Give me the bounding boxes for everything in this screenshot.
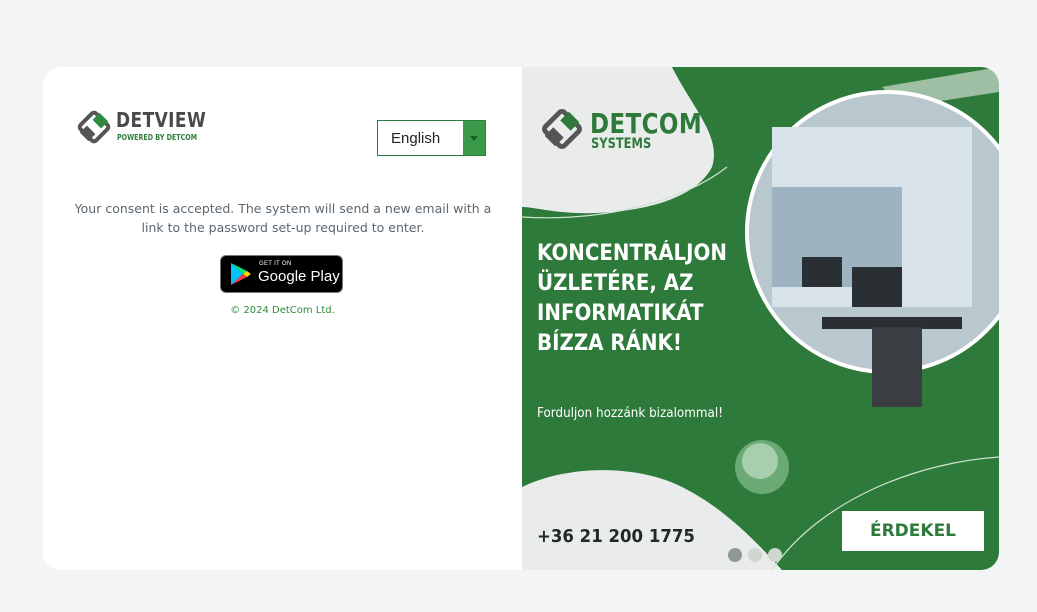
- google-play-badge[interactable]: GET IT ON Google Play: [220, 255, 343, 293]
- logo-title: DETVIEW: [116, 108, 207, 132]
- copyright-text: © 2024 DetCom Ltd.: [230, 305, 335, 316]
- language-select[interactable]: English: [377, 120, 486, 156]
- ad-phone-number: +36 21 200 1775: [537, 526, 695, 547]
- ad-headline: KONCENTRÁLJON ÜZLETÉRE, AZ INFORMATIKÁT …: [537, 241, 727, 356]
- google-play-small-text: GET IT ON: [259, 261, 292, 267]
- carousel-dot-2[interactable]: [748, 548, 762, 562]
- login-card: DETVIEW POWERED BY DETCOM English Your c…: [43, 67, 999, 570]
- logo-subtitle: POWERED BY DETCOM: [117, 133, 198, 142]
- google-play-text: Google Play: [258, 268, 340, 285]
- carousel-dot-3[interactable]: [768, 548, 782, 562]
- detview-logo-icon: [77, 110, 111, 144]
- ad-tagline: Forduljon hozzánk bizalommal!: [537, 406, 723, 421]
- language-select-value: English: [391, 129, 441, 147]
- ad-logo-subtitle: SYSTEMS: [591, 136, 652, 152]
- carousel-dot-1[interactable]: [728, 548, 742, 562]
- detcom-logo-icon: [542, 109, 582, 149]
- detview-logo: DETVIEW POWERED BY DETCOM: [76, 107, 216, 151]
- consent-message: Your consent is accepted. The system wil…: [74, 201, 492, 235]
- left-panel: DETVIEW POWERED BY DETCOM English Your c…: [43, 67, 522, 570]
- google-play-icon: [231, 263, 251, 285]
- interested-button[interactable]: ÉRDEKEL: [842, 511, 984, 551]
- carousel-dots: [728, 548, 782, 562]
- ad-panel: DETCOM SYSTEMS KONCENTRÁLJON ÜZLETÉRE, A…: [522, 67, 999, 570]
- chevron-down-icon[interactable]: [463, 121, 485, 155]
